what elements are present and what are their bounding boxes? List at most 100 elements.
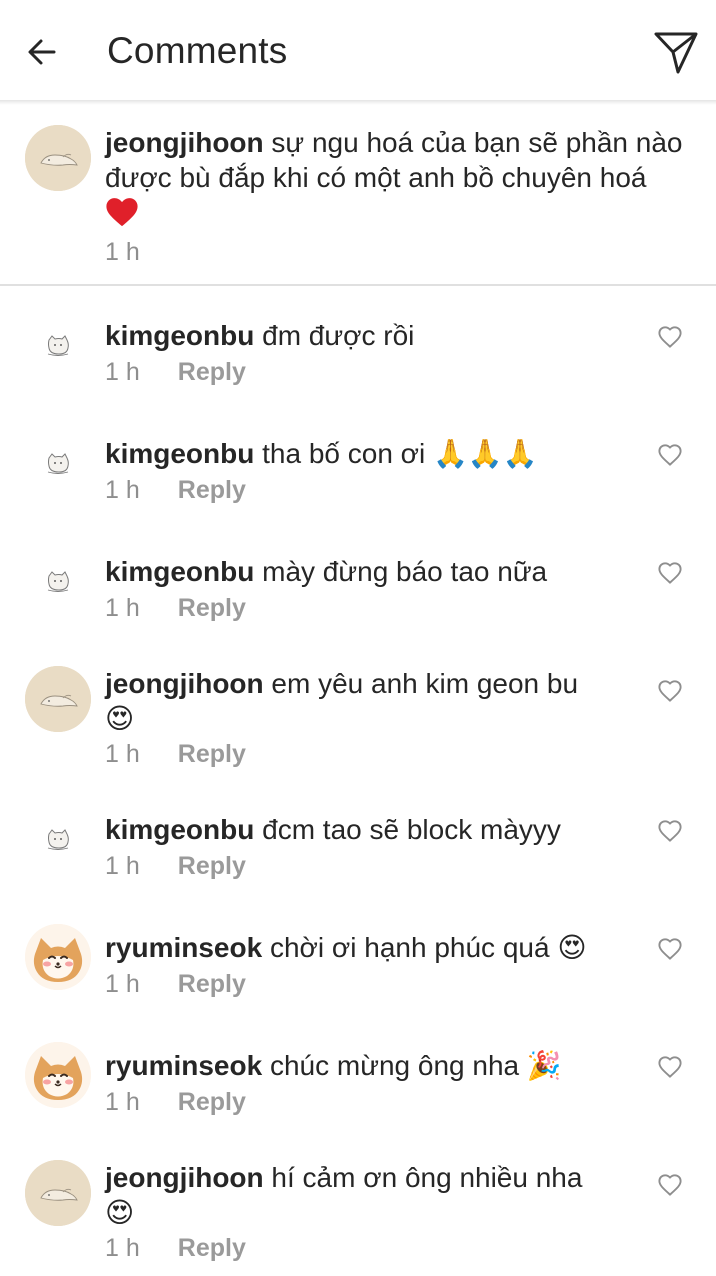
comment-body: chúc mừng ông nha xyxy=(269,1050,520,1081)
heart-outline-icon xyxy=(655,675,685,705)
reply-button[interactable]: Reply xyxy=(178,1088,246,1117)
heart-outline-icon xyxy=(655,1051,685,1081)
avatar[interactable] xyxy=(25,806,91,872)
like-button[interactable] xyxy=(654,932,686,964)
seal-avatar-image xyxy=(25,666,91,732)
comment-username[interactable]: jeongjihoon xyxy=(105,1162,264,1193)
page-title: Comments xyxy=(107,30,288,71)
avatar[interactable] xyxy=(25,1042,91,1108)
red-heart-emoji xyxy=(105,196,139,236)
praying-hands-emoji: 🙏🙏🙏 xyxy=(433,438,538,469)
comment-username[interactable]: ryuminseok xyxy=(105,1050,262,1081)
like-button[interactable] xyxy=(654,674,686,706)
back-button[interactable] xyxy=(18,28,66,76)
comment-time: 1 h xyxy=(105,594,140,622)
comment-meta: 1 h Reply xyxy=(105,476,246,505)
comment-text: kimgeonbu tha bố con ơi 🙏🙏🙏 xyxy=(105,436,650,471)
comment-text: jeongjihoon hí cảm ơn ông nhiều nha 😍 xyxy=(105,1160,650,1230)
comment-time: 1 h xyxy=(105,238,140,266)
comment-username[interactable]: kimgeonbu xyxy=(105,438,254,469)
comment-username[interactable]: kimgeonbu xyxy=(105,556,254,587)
heart-outline-icon xyxy=(655,321,685,351)
caption-divider xyxy=(0,284,716,286)
comment-time: 1 h xyxy=(105,358,140,386)
arrow-left-icon xyxy=(28,39,56,65)
like-button[interactable] xyxy=(654,320,686,352)
heart-eyes-emoji: 😍 xyxy=(105,703,135,734)
heart-outline-icon xyxy=(655,557,685,587)
comment-time: 1 h xyxy=(105,1088,140,1116)
reply-button[interactable]: Reply xyxy=(178,1234,246,1263)
avatar[interactable] xyxy=(25,924,91,990)
cat-avatar-image xyxy=(25,312,91,378)
comment-body: đcm tao sẽ block màyyy xyxy=(262,814,561,845)
comment-text: ryuminseok chời ơi hạnh phúc quá 😍 xyxy=(105,930,650,965)
comment-username[interactable]: kimgeonbu xyxy=(105,320,254,351)
comment-body: tha bố con ơi xyxy=(262,438,426,469)
cat-avatar-image xyxy=(25,806,91,872)
avatar[interactable] xyxy=(25,1160,91,1226)
paper-plane-icon xyxy=(654,32,698,74)
heart-outline-icon xyxy=(655,815,685,845)
comment-meta: 1 h Reply xyxy=(105,852,246,881)
comment-time: 1 h xyxy=(105,740,140,768)
comment-meta: 1 h Reply xyxy=(105,740,246,769)
comment-text: kimgeonbu đcm tao sẽ block màyyy xyxy=(105,812,650,847)
seal-avatar-image xyxy=(25,125,91,191)
post-caption: jeongjihoon sự ngu hoá của bạn sẽ phần n… xyxy=(0,105,716,285)
comment-meta: 1 h Reply xyxy=(105,594,246,623)
comment-username[interactable]: ryuminseok xyxy=(105,932,262,963)
caption-text: jeongjihoon sự ngu hoá của bạn sẽ phần n… xyxy=(105,125,705,236)
reply-button[interactable]: Reply xyxy=(178,852,246,881)
comment-body: chời ơi hạnh phúc quá xyxy=(269,932,550,963)
comment-username[interactable]: jeongjihoon xyxy=(105,127,264,158)
reply-button[interactable]: Reply xyxy=(178,740,246,769)
comment-text: ryuminseok chúc mừng ông nha 🎉 xyxy=(105,1048,650,1083)
reply-button[interactable]: Reply xyxy=(178,358,246,387)
header-bar: Comments xyxy=(0,0,716,100)
cat-avatar-image xyxy=(25,430,91,496)
comment-time: 1 h xyxy=(105,1234,140,1262)
heart-outline-icon xyxy=(655,439,685,469)
comment-time: 1 h xyxy=(105,476,140,504)
reply-button[interactable]: Reply xyxy=(178,476,246,505)
like-button[interactable] xyxy=(654,556,686,588)
like-button[interactable] xyxy=(654,814,686,846)
comment-username[interactable]: kimgeonbu xyxy=(105,814,254,845)
comment-text: jeongjihoon em yêu anh kim geon bu 😍 xyxy=(105,666,650,736)
comment-meta: 1 h xyxy=(105,238,140,267)
cat-avatar-image xyxy=(25,548,91,614)
comment-body: mày đừng báo tao nữa xyxy=(262,556,548,587)
comment-meta: 1 h Reply xyxy=(105,1234,246,1263)
avatar[interactable] xyxy=(25,548,91,614)
comment-meta: 1 h Reply xyxy=(105,358,246,387)
comment-body: đm được rồi xyxy=(262,320,415,351)
comment-time: 1 h xyxy=(105,852,140,880)
like-button[interactable] xyxy=(654,438,686,470)
heart-outline-icon xyxy=(655,933,685,963)
comment-username[interactable]: jeongjihoon xyxy=(105,668,264,699)
comment-meta: 1 h Reply xyxy=(105,970,246,999)
comment-text: kimgeonbu mày đừng báo tao nữa xyxy=(105,554,650,589)
comment-body: em yêu anh kim geon bu xyxy=(271,668,579,699)
heart-outline-icon xyxy=(655,1169,685,1199)
comment-body: hí cảm ơn ông nhiều nha xyxy=(271,1162,583,1193)
share-button[interactable] xyxy=(648,24,704,80)
seal-avatar-image xyxy=(25,1160,91,1226)
heart-eyes-emoji: 😍 xyxy=(557,932,587,963)
like-button[interactable] xyxy=(654,1168,686,1200)
shiba-avatar-image xyxy=(25,924,91,990)
reply-button[interactable]: Reply xyxy=(178,970,246,999)
comment-text: kimgeonbu đm được rồi xyxy=(105,318,650,353)
avatar[interactable] xyxy=(25,312,91,378)
shiba-avatar-image xyxy=(25,1042,91,1108)
party-popper-emoji: 🎉 xyxy=(526,1050,562,1081)
comment-time: 1 h xyxy=(105,970,140,998)
avatar[interactable] xyxy=(25,125,91,191)
heart-eyes-emoji: 😍 xyxy=(105,1197,135,1228)
avatar[interactable] xyxy=(25,430,91,496)
avatar[interactable] xyxy=(25,666,91,732)
reply-button[interactable]: Reply xyxy=(178,594,246,623)
like-button[interactable] xyxy=(654,1050,686,1082)
comment-meta: 1 h Reply xyxy=(105,1088,246,1117)
